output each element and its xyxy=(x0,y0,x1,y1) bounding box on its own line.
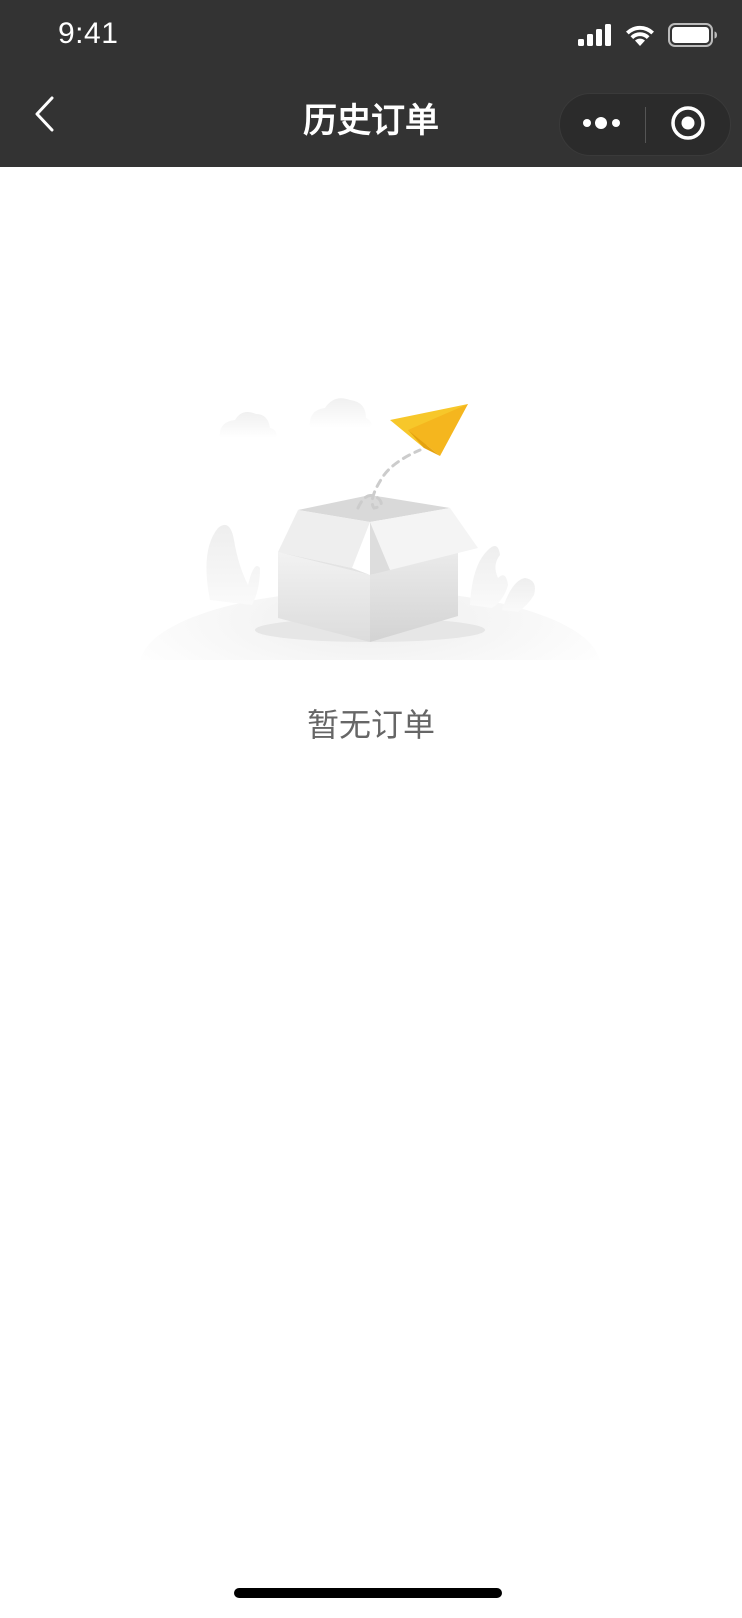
status-time: 9:41 xyxy=(58,17,119,50)
battery-icon xyxy=(668,23,718,51)
screen: 9:41 历史订单 暂无订单 xyxy=(0,0,742,1618)
signal-icon xyxy=(578,24,612,50)
more-button[interactable] xyxy=(560,94,645,155)
more-dots-icon xyxy=(582,115,622,134)
paper-plane-icon xyxy=(390,404,468,456)
cloud-icon xyxy=(219,398,372,438)
mini-program-close-icon xyxy=(670,105,706,145)
home-indicator[interactable] xyxy=(234,1588,502,1598)
mini-program-capsule xyxy=(559,93,731,156)
close-button[interactable] xyxy=(646,94,731,155)
top-bar: 9:41 历史订单 xyxy=(0,0,742,167)
empty-box-paper-plane-illustration xyxy=(120,390,620,740)
empty-state-message: 暂无订单 xyxy=(306,706,435,744)
wifi-icon xyxy=(624,23,656,51)
status-icons xyxy=(578,22,718,52)
